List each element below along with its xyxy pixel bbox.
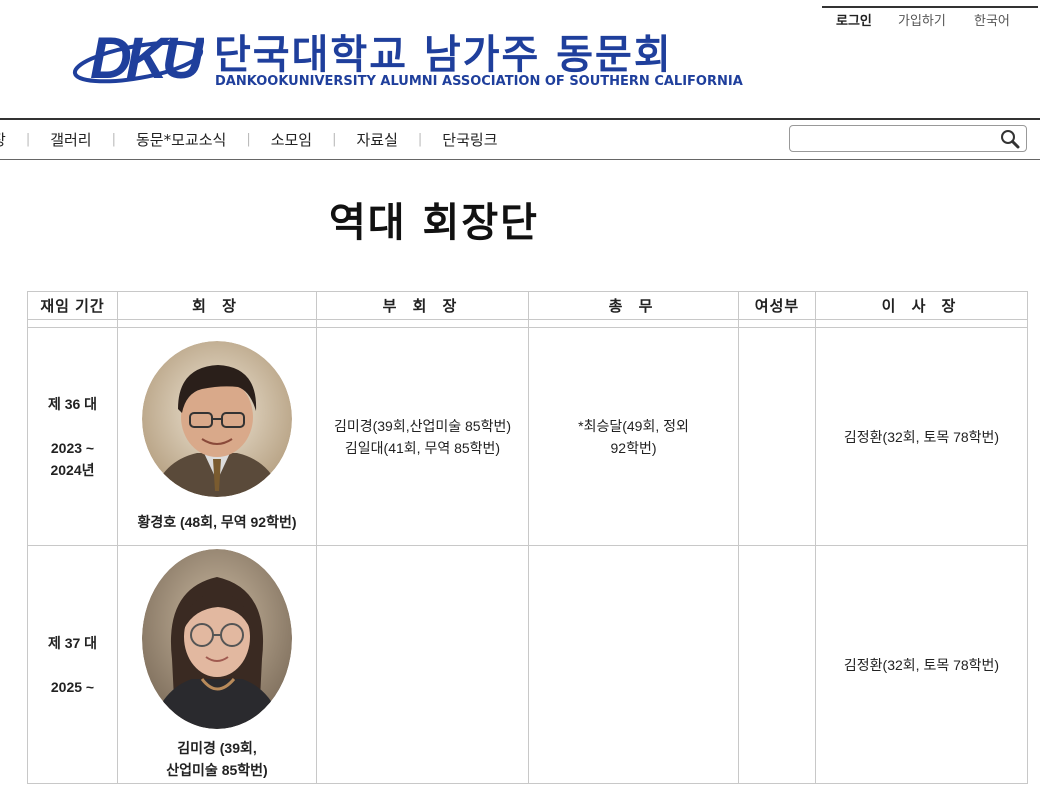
nav-bottom-border	[0, 159, 1040, 160]
nav-item-archive[interactable]: 자료실	[357, 129, 398, 150]
top-divider	[822, 6, 1038, 8]
table-row: 제 37 대 2025 ~ 김미경 (39회, 산업미술 85학번) 김정환(3…	[27, 545, 1028, 784]
vice-president-name: 김미경(39회,산업미술 85학번)	[333, 417, 512, 434]
login-link[interactable]: 로그인	[836, 10, 898, 29]
term-years: 2024년	[50, 461, 95, 478]
president-cell: 김미경 (39회, 산업미술 85학번)	[117, 545, 317, 784]
page-title: 역대 회장단	[329, 200, 539, 246]
logo-title: 단국대학교 남가주 동문회	[214, 32, 673, 78]
term-cell: 제 36 대 2023 ~ 2024년	[27, 327, 118, 546]
nav-separator: |	[332, 132, 337, 147]
vice-president-cell	[316, 545, 529, 784]
header-women: 여성부	[738, 291, 816, 320]
secretary-cell: *최승달(49회, 정외 92학번)	[528, 327, 739, 546]
officers-table: 재임 기간 회 장 부 회 장 총 무 여성부 이 사 장 제 36 대 202…	[27, 291, 1028, 784]
logo-subtitle: DANKOOKUNIVERSITY ALUMNI ASSOCIATION OF …	[215, 74, 743, 89]
president-name: 황경호 (48회, 무역 92학번)	[137, 513, 297, 530]
president-name: 김미경 (39회,	[177, 739, 257, 756]
nav-item-clipped[interactable]: 장	[0, 129, 6, 150]
table-header-row: 재임 기간 회 장 부 회 장 총 무 여성부 이 사 장	[27, 291, 1028, 320]
term-number: 제 36 대	[47, 395, 98, 412]
dku-logo-icon: DKU	[72, 26, 204, 88]
chairman-cell: 김정환(32회, 토목 78학번)	[815, 327, 1028, 546]
header-secretary: 총 무	[528, 291, 739, 320]
language-link[interactable]: 한국어	[974, 10, 1010, 29]
nav-item-clubs[interactable]: 소모임	[271, 129, 312, 150]
search-icon[interactable]	[1000, 129, 1020, 149]
nav-item-dankook-links[interactable]: 단국링크	[442, 129, 497, 150]
join-link[interactable]: 가입하기	[898, 10, 974, 29]
vice-president-cell: 김미경(39회,산업미술 85학번) 김일대(41회, 무역 85학번)	[316, 327, 529, 546]
table-row: 제 36 대 2023 ~ 2024년 황경호 (48회, 무역 92학번) 김…	[27, 327, 1028, 546]
women-cell	[738, 327, 816, 546]
search-box	[789, 125, 1027, 152]
header-chairman: 이 사 장	[815, 291, 1028, 320]
header-vice-president: 부 회 장	[316, 291, 529, 320]
header-president: 회 장	[117, 291, 317, 320]
term-number: 제 37 대	[47, 634, 98, 651]
term-cell: 제 37 대 2025 ~	[27, 545, 118, 784]
president-cell: 황경호 (48회, 무역 92학번)	[117, 327, 317, 546]
term-years: 2023 ~	[50, 439, 95, 456]
nav-item-alumni-news[interactable]: 동문*모교소식	[136, 129, 226, 150]
nav-item-gallery[interactable]: 갤러리	[50, 129, 91, 150]
secretary-name: 92학번)	[610, 439, 657, 456]
women-cell	[738, 545, 816, 784]
president-name: 산업미술 85학번)	[166, 761, 268, 778]
utility-links: 로그인 가입하기 한국어	[836, 10, 1010, 29]
search-input[interactable]	[790, 126, 990, 151]
nav-separator: |	[111, 132, 116, 147]
spacer-row	[27, 319, 1028, 328]
site-logo[interactable]: DKU 단국대학교 남가주 동문회 DANKOOKUNIVERSITY ALUM…	[72, 22, 752, 94]
nav-separator: |	[246, 132, 251, 147]
vice-president-name: 김일대(41회, 무역 85학번)	[344, 439, 501, 456]
president-photo	[142, 548, 292, 729]
president-photo	[142, 340, 292, 497]
secretary-cell	[528, 545, 739, 784]
nav-separator: |	[25, 132, 31, 147]
main-nav: 장 | 갤러리 | 동문*모교소식 | 소모임 | 자료실 | 단국링크	[0, 120, 498, 159]
nav-separator: |	[417, 132, 423, 147]
chairman-cell: 김정환(32회, 토목 78학번)	[815, 545, 1028, 784]
term-years: 2025 ~	[50, 678, 95, 695]
header-term: 재임 기간	[27, 291, 118, 320]
secretary-name: *최승달(49회, 정외	[578, 417, 689, 434]
logo-mark-text: DKU	[90, 26, 204, 88]
